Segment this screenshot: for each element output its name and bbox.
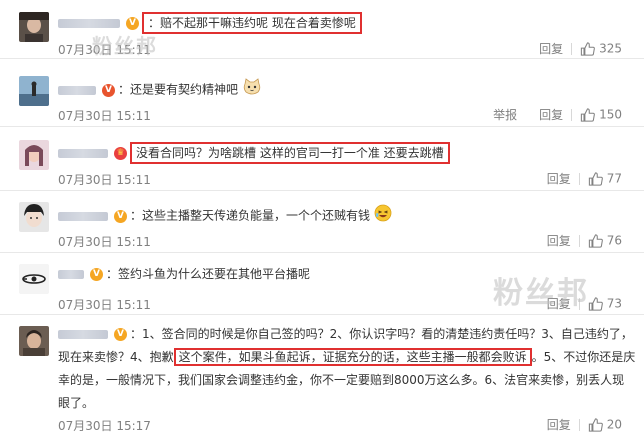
- avatar[interactable]: [19, 12, 49, 42]
- comment-time: 07月30日 15:11: [58, 109, 151, 123]
- divider: [578, 418, 580, 431]
- comment-time: 07月30日 15:11: [58, 298, 151, 312]
- comment-text: V ：这些主播整天传递负能量，一个个还贼有钱: [58, 204, 392, 228]
- comment-item: V ：1、签合同的时候是你自己签的吗？2、你认识字吗？看的清楚违约责任吗？3、自己…: [0, 322, 644, 441]
- like-count: 76: [606, 233, 622, 248]
- reply-link[interactable]: 回复: [539, 42, 563, 56]
- comment-body: ：签约斗鱼为什么还要在其他平台播呢: [106, 267, 311, 281]
- comment-text: V ：还是要有契约精神吧: [58, 78, 262, 102]
- highlighted-comment-text: ：赔不起那干嘛违约呢 现在合着卖惨呢: [142, 12, 362, 34]
- avatar[interactable]: [19, 326, 49, 356]
- thumbs-up-icon: [580, 42, 595, 56]
- comment-body: ：这些主播整天传递负能量，一个个还贼有钱: [130, 208, 371, 223]
- cat-face-emoji-icon: [242, 78, 262, 102]
- comment-item: V ：签约斗鱼为什么还要在其他平台播呢 07月30日 15:11 回复 73: [0, 260, 644, 315]
- comment-time: 07月30日 15:11: [58, 43, 151, 57]
- like-button[interactable]: 73: [588, 296, 622, 311]
- comment-actions: 举报 回复 150: [493, 106, 622, 123]
- thumbs-up-icon: [580, 108, 595, 122]
- reply-link[interactable]: 回复: [547, 234, 571, 248]
- comment-actions: 回复 77: [547, 170, 622, 187]
- reply-link[interactable]: 回复: [547, 418, 571, 432]
- thumbs-up-icon: [588, 297, 603, 311]
- comment-time: 07月30日 15:17: [58, 419, 151, 433]
- username-blurred[interactable]: [58, 330, 108, 339]
- laughing-face-emoji-icon: [374, 204, 392, 228]
- like-button[interactable]: 77: [588, 171, 622, 186]
- comment-actions: 回复 76: [547, 232, 622, 249]
- thumbs-up-icon: [588, 234, 603, 248]
- username-blurred[interactable]: [58, 19, 120, 28]
- comment-text: V ：赔不起那干嘛违约呢 现在合着卖惨呢: [58, 12, 362, 34]
- like-count: 73: [606, 296, 622, 311]
- like-count: 325: [599, 41, 622, 56]
- like-count: 20: [606, 417, 622, 432]
- like-button[interactable]: 325: [580, 41, 622, 56]
- divider: [578, 297, 580, 310]
- comment-time: 07月30日 15:11: [58, 235, 151, 249]
- verified-badge-icon: V: [90, 268, 103, 281]
- divider: [571, 108, 573, 121]
- like-count: 150: [599, 107, 622, 122]
- like-button[interactable]: 150: [580, 107, 622, 122]
- like-button[interactable]: 76: [588, 233, 622, 248]
- reply-link[interactable]: 回复: [539, 108, 563, 122]
- comment-time: 07月30日 15:11: [58, 173, 151, 187]
- highlighted-comment-text: 没看合同吗？为啥跳槽 这样的官司一打一个准 还要去跳槽: [130, 142, 450, 164]
- avatar[interactable]: [19, 264, 49, 294]
- avatar[interactable]: [19, 140, 49, 170]
- comment-text: V ：1、签合同的时候是你自己签的吗？2、你认识字吗？看的清楚违约责任吗？3、自己…: [58, 323, 636, 415]
- divider: [578, 172, 580, 185]
- comment-text: ♛ 没看合同吗？为啥跳槽 这样的官司一打一个准 还要去跳槽: [58, 142, 450, 164]
- reply-link[interactable]: 回复: [547, 172, 571, 186]
- username-blurred[interactable]: [58, 149, 108, 158]
- comment-item: V ：这些主播整天传递负能量，一个个还贼有钱 07月30日 15:11 回复 76: [0, 198, 644, 253]
- username-blurred[interactable]: [58, 270, 84, 279]
- comment-actions: 回复 20: [547, 416, 622, 433]
- report-link[interactable]: 举报: [493, 108, 517, 122]
- avatar[interactable]: [19, 76, 49, 106]
- thumbs-up-icon: [588, 418, 603, 432]
- comment-actions: 回复 73: [547, 295, 622, 312]
- divider: [578, 234, 580, 247]
- username-blurred[interactable]: [58, 85, 96, 95]
- verified-badge-icon: V: [126, 17, 139, 30]
- comment-item: V ：还是要有契约精神吧 07月30日 15:11 举报 回复 150: [0, 72, 644, 127]
- verified-badge-icon: V: [114, 328, 127, 341]
- comment-text: V ：签约斗鱼为什么还要在其他平台播呢: [58, 264, 310, 284]
- comment-body: ：还是要有契约精神吧: [118, 82, 239, 97]
- avatar[interactable]: [19, 202, 49, 232]
- verified-badge-icon: V: [102, 83, 115, 97]
- username-blurred[interactable]: [58, 211, 108, 221]
- like-count: 77: [606, 171, 622, 186]
- comment-item: ♛ 没看合同吗？为啥跳槽 这样的官司一打一个准 还要去跳槽 07月30日 15:1…: [0, 136, 644, 191]
- divider: [571, 42, 573, 55]
- like-button[interactable]: 20: [588, 417, 622, 432]
- comment-item: V ：赔不起那干嘛违约呢 现在合着卖惨呢 07月30日 15:11 回复 325: [0, 0, 644, 59]
- reply-link[interactable]: 回复: [547, 297, 571, 311]
- thumbs-up-icon: [588, 172, 603, 186]
- crown-badge-icon: ♛: [114, 147, 127, 160]
- verified-badge-icon: V: [114, 209, 127, 223]
- highlighted-comment-text: 这个案件，如果斗鱼起诉，证据充分的话，这些主播一般都会败诉: [173, 348, 532, 366]
- comment-actions: 回复 325: [539, 40, 622, 57]
